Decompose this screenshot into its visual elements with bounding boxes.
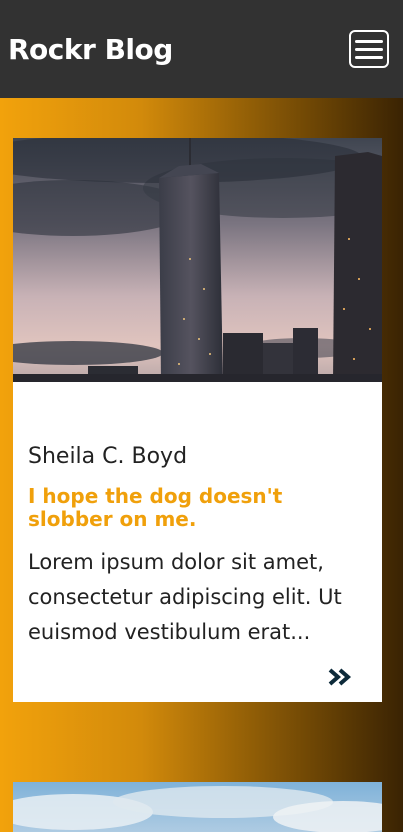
- post-excerpt: Lorem ipsum dolor sit amet, consectetur …: [28, 550, 342, 644]
- hamburger-menu-icon[interactable]: [349, 30, 389, 68]
- brand-logo[interactable]: Rockr Blog: [8, 33, 173, 66]
- double-chevron-right-icon[interactable]: [326, 666, 354, 688]
- post-card[interactable]: Sheila C. Boyd I hope the dog doesn't sl…: [13, 138, 382, 702]
- sky-photo: [13, 782, 382, 832]
- post-author: Sheila C. Boyd: [28, 444, 188, 469]
- post-title[interactable]: I hope the dog doesn't slobber on me.: [28, 485, 367, 531]
- top-navbar: Rockr Blog: [0, 0, 403, 98]
- city-skyline-photo: [13, 138, 382, 382]
- post-card[interactable]: [13, 782, 382, 832]
